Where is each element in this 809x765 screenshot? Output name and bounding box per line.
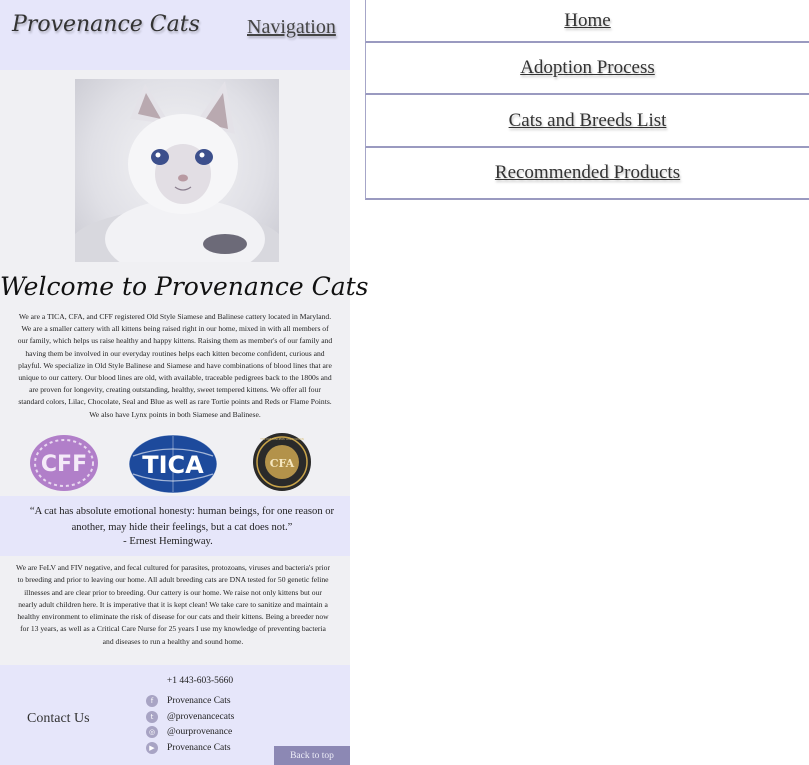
instagram-icon: ◎ [146, 725, 158, 738]
quote-text: “A cat has absolute emotional honesty: h… [29, 506, 335, 533]
quote-section: “A cat has absolute emotional honesty: h… [0, 496, 350, 556]
cff-badge-text: CFF [41, 452, 87, 477]
twitter-icon: t [146, 710, 158, 723]
cfa-badge-text: CFA [270, 457, 295, 470]
nav-item-label: Adoption Process [520, 57, 655, 78]
main-column: Provenance Cats Navigation Welcome to Pr… [0, 0, 369, 765]
intro-paragraph: We are a TICA, CFA, and CFF registered O… [17, 312, 333, 419]
social-link-instagram[interactable]: ◎ @ourprovenance [146, 725, 232, 738]
youtube-icon: ▶ [146, 741, 158, 754]
back-to-top-button[interactable]: Back to top [274, 746, 350, 765]
nav-item-recommended-products[interactable]: Recommended Products [365, 148, 809, 200]
cfa-badge: CFA THE CAT FANCIERS' ASSOCIATION [252, 432, 312, 496]
cfa-badge-ring-text: THE CAT FANCIERS' ASSOCIATION [260, 437, 304, 441]
phone-number[interactable]: +1 443-603-5660 [0, 676, 400, 686]
nav-item-label: Cats and Breeds List [508, 109, 667, 131]
welcome-heading: Welcome to Provenance Cats [0, 272, 369, 301]
navigation-link[interactable]: Navigation [247, 16, 336, 39]
cff-badge: CFF [28, 433, 100, 497]
facebook-icon: f [146, 694, 158, 707]
social-label: Provenance Cats [167, 742, 231, 753]
social-link-facebook[interactable]: f Provenance Cats [146, 694, 231, 707]
nav-item-home[interactable]: Home [365, 0, 809, 43]
social-link-twitter[interactable]: t @provenancecats [146, 710, 234, 723]
health-paragraph: We are FeLV and FIV negative, and fecal … [16, 563, 330, 646]
navigation-menu: Home Adoption Process Cats and Breeds Li… [365, 0, 809, 200]
social-link-youtube[interactable]: ▶ Provenance Cats [146, 741, 231, 754]
nav-item-adoption-process[interactable]: Adoption Process [365, 43, 809, 95]
nav-item-cats-and-breeds[interactable]: Cats and Breeds List [365, 95, 809, 148]
quote-author: - Ernest Hemingway. [123, 536, 213, 547]
tica-badge-text: TICA [142, 451, 204, 479]
site-header: Provenance Cats Navigation [0, 0, 350, 70]
nav-item-label: Home [564, 9, 611, 31]
social-label: @provenancecats [167, 711, 235, 722]
site-footer: +1 443-603-5660 Contact Us f Provenance … [0, 665, 350, 765]
site-logo[interactable]: Provenance Cats [12, 12, 200, 37]
nav-item-label: Recommended Products [494, 162, 681, 183]
social-label: @ourprovenance [167, 726, 233, 737]
social-label: Provenance Cats [167, 695, 231, 706]
kitten-illustration [75, 81, 279, 262]
tica-badge: TICA [128, 434, 218, 498]
hero-kitten-image [75, 79, 279, 262]
contact-us-label: Contact Us [27, 711, 90, 726]
